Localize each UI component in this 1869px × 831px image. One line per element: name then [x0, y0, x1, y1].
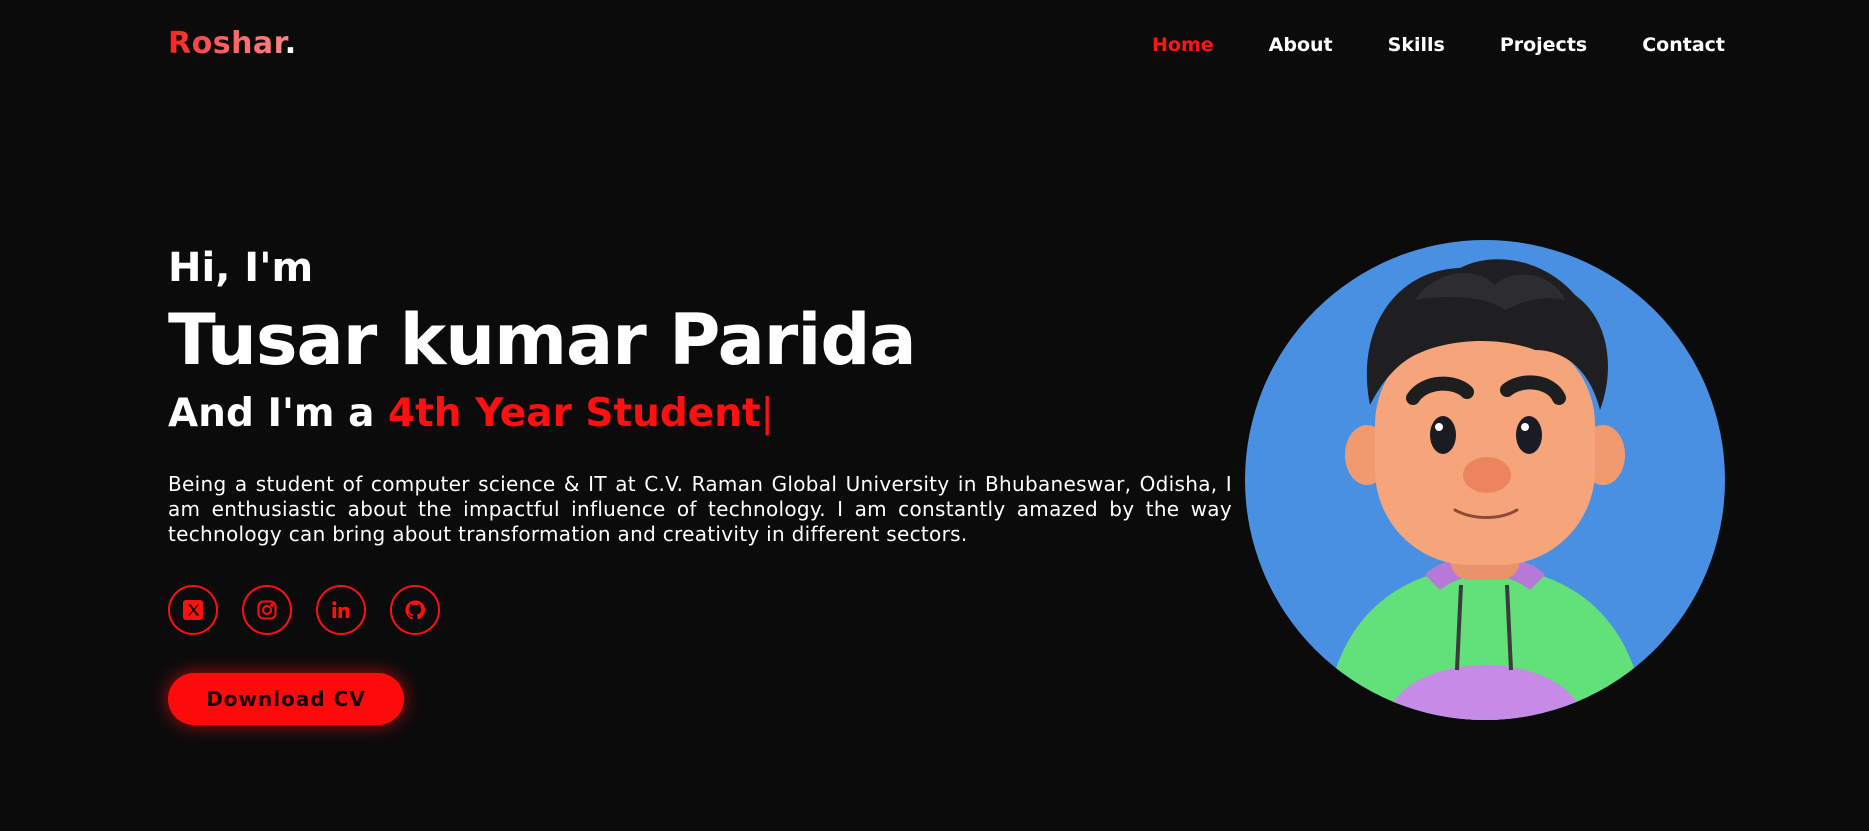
typing-cursor: |: [760, 391, 774, 436]
github-link[interactable]: [390, 585, 440, 635]
x-twitter-icon: [183, 600, 203, 620]
role-prefix: And I'm a: [168, 391, 389, 436]
linkedin-icon: [332, 601, 350, 618]
profile-avatar: [1245, 240, 1725, 720]
nav-home[interactable]: Home: [1152, 32, 1214, 58]
hero-greeting: Hi, I'm: [168, 245, 314, 291]
site-logo[interactable]: Roshar.: [168, 26, 297, 61]
hero-role: And I'm a 4th Year Student|: [168, 388, 1232, 440]
hero-name: Tusar kumar Parida: [168, 299, 917, 381]
logo-text: Roshar: [168, 26, 285, 61]
hero-bio: Being a student of computer science & IT…: [168, 472, 1232, 546]
instagram-link[interactable]: [242, 585, 292, 635]
nav-contact[interactable]: Contact: [1642, 32, 1725, 58]
x-twitter-link[interactable]: [168, 585, 218, 635]
download-cv-button[interactable]: Download CV: [168, 673, 404, 725]
linkedin-link[interactable]: [316, 585, 366, 635]
main-nav: Home About Skills Projects Contact: [1152, 32, 1725, 58]
nav-skills[interactable]: Skills: [1388, 32, 1445, 58]
nav-about[interactable]: About: [1269, 32, 1333, 58]
logo-dot: .: [284, 26, 297, 61]
hero-section: Hi, I'm Tusar kumar Parida And I'm a 4th…: [168, 240, 1232, 725]
avatar-illustration: [1325, 259, 1645, 720]
nav-projects[interactable]: Projects: [1500, 32, 1587, 58]
role-highlight: 4th Year Student: [388, 391, 761, 436]
social-links: [168, 585, 1232, 635]
instagram-icon: [257, 600, 277, 620]
github-icon: [405, 600, 426, 620]
